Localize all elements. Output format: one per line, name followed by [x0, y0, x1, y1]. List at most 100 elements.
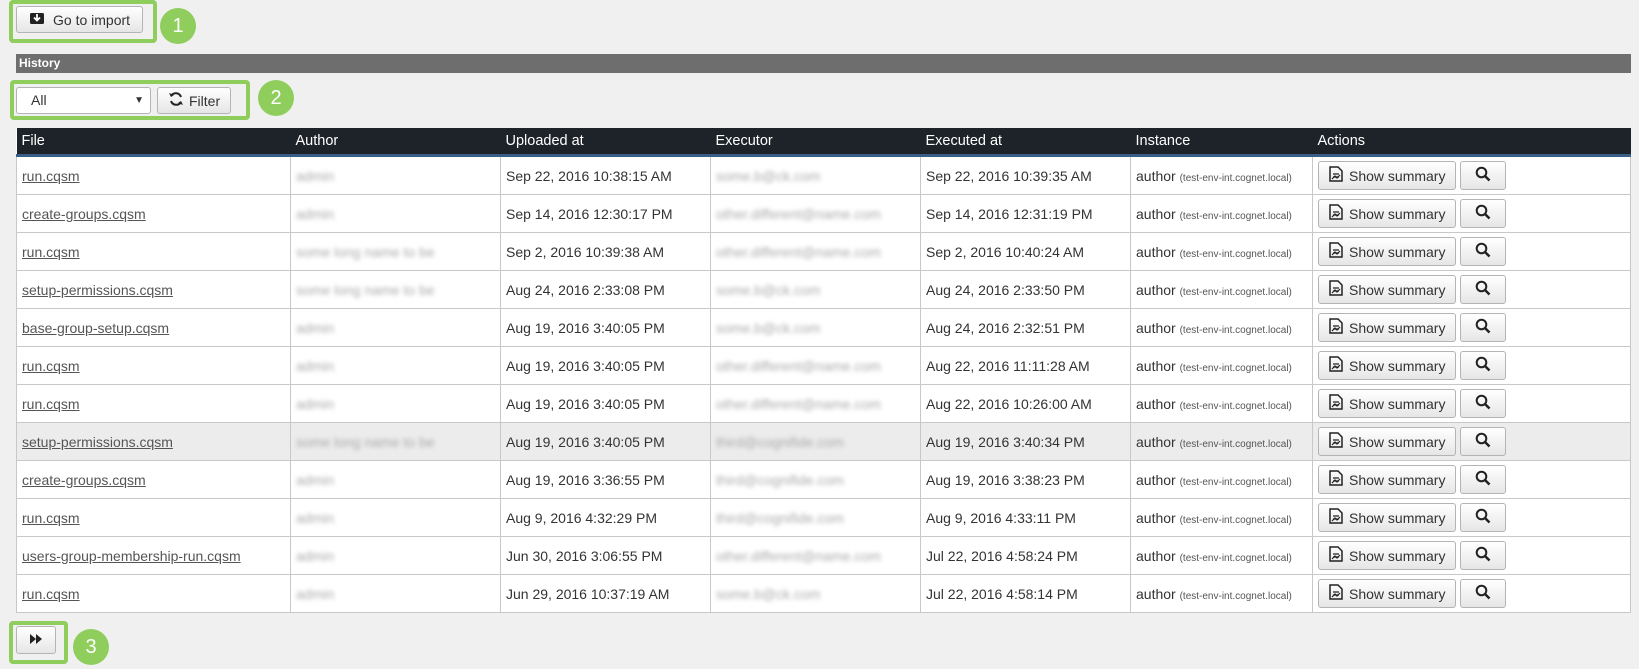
- author-cell: admin: [290, 536, 501, 575]
- show-summary-label: Show summary: [1349, 167, 1446, 184]
- instance-cell: author (test-env-int.cognet.local): [1130, 308, 1313, 347]
- executed-at-cell: Sep 22, 2016 10:39:35 AM: [920, 155, 1131, 195]
- document-icon: [1329, 318, 1343, 337]
- show-summary-button[interactable]: Show summary: [1318, 503, 1457, 532]
- actions-cell: Show summary: [1312, 422, 1631, 461]
- uploaded-at-cell: Aug 19, 2016 3:36:55 PM: [500, 460, 711, 499]
- actions-cell: Show summary: [1312, 270, 1631, 309]
- file-cell: create-groups.cqsm: [16, 194, 291, 233]
- magnifier-icon: [1475, 166, 1491, 185]
- document-icon: [1329, 242, 1343, 261]
- go-to-import-label: Go to import: [53, 11, 131, 28]
- show-summary-label: Show summary: [1349, 281, 1446, 298]
- details-search-button[interactable]: [1460, 313, 1507, 342]
- details-search-button[interactable]: [1460, 237, 1507, 266]
- file-link[interactable]: setup-permissions.cqsm: [22, 282, 173, 298]
- file-link[interactable]: run.cqsm: [22, 244, 80, 260]
- author-name: admin: [296, 509, 335, 526]
- instance-cell: author (test-env-int.cognet.local): [1130, 346, 1313, 385]
- show-summary-button[interactable]: Show summary: [1318, 579, 1457, 608]
- executor-name: other.different@name.com: [716, 205, 881, 222]
- file-link[interactable]: setup-permissions.cqsm: [22, 434, 173, 450]
- author-cell: admin: [290, 498, 501, 537]
- show-summary-label: Show summary: [1349, 205, 1446, 222]
- details-search-button[interactable]: [1460, 579, 1507, 608]
- show-summary-label: Show summary: [1349, 357, 1446, 374]
- instance-host: (test-env-int.cognet.local): [1179, 210, 1292, 222]
- details-search-button[interactable]: [1460, 351, 1507, 380]
- details-search-button[interactable]: [1460, 465, 1507, 494]
- instance-name: author: [1136, 167, 1176, 184]
- table-row: setup-permissions.cqsm some long name to …: [16, 270, 1631, 309]
- executor-cell: some.b@ck.com: [710, 155, 921, 195]
- details-search-button[interactable]: [1460, 427, 1507, 456]
- author-cell: admin: [290, 194, 501, 233]
- details-search-button[interactable]: [1460, 275, 1507, 304]
- table-row: run.cqsm admin Jun 29, 2016 10:37:19 AM som…: [16, 574, 1631, 613]
- show-summary-button[interactable]: Show summary: [1318, 199, 1457, 228]
- executor-cell: some.b@ck.com: [710, 270, 921, 309]
- file-link[interactable]: run.cqsm: [22, 510, 80, 526]
- details-search-button[interactable]: [1460, 389, 1507, 418]
- file-cell: users-group-membership-run.cqsm: [16, 536, 291, 575]
- magnifier-icon: [1475, 470, 1491, 489]
- instance-name: author: [1136, 471, 1176, 488]
- filter-select[interactable]: All ▼: [16, 87, 151, 114]
- go-to-import-button[interactable]: Go to import: [16, 6, 144, 33]
- show-summary-button[interactable]: Show summary: [1318, 427, 1457, 456]
- table-row: run.cqsm admin Aug 19, 2016 3:40:05 PM othe…: [16, 346, 1631, 385]
- file-link[interactable]: run.cqsm: [22, 586, 80, 602]
- show-summary-button[interactable]: Show summary: [1318, 237, 1457, 266]
- file-link[interactable]: base-group-setup.cqsm: [22, 320, 169, 336]
- table-header-row: File Author Uploaded at Executor Execute…: [16, 128, 1631, 157]
- instance-host: (test-env-int.cognet.local): [1179, 590, 1292, 602]
- file-cell: run.cqsm: [16, 232, 291, 271]
- executed-at-cell: Sep 2, 2016 10:40:24 AM: [920, 232, 1131, 271]
- column-header-executed-at: Executed at: [920, 128, 1131, 157]
- show-summary-button[interactable]: Show summary: [1318, 313, 1457, 342]
- author-name: admin: [296, 395, 335, 412]
- instance-cell: author (test-env-int.cognet.local): [1130, 460, 1313, 499]
- details-search-button[interactable]: [1460, 161, 1507, 190]
- show-summary-button[interactable]: Show summary: [1318, 161, 1457, 190]
- instance-name: author: [1136, 547, 1176, 564]
- instance-host: (test-env-int.cognet.local): [1179, 552, 1292, 564]
- next-page-button[interactable]: [16, 626, 56, 654]
- file-link[interactable]: users-group-membership-run.cqsm: [22, 548, 241, 564]
- file-link[interactable]: create-groups.cqsm: [22, 472, 146, 488]
- file-cell: run.cqsm: [16, 384, 291, 423]
- actions-cell: Show summary: [1312, 384, 1631, 423]
- magnifier-icon: [1475, 394, 1491, 413]
- column-header-actions: Actions: [1312, 128, 1631, 157]
- file-link[interactable]: create-groups.cqsm: [22, 206, 146, 222]
- filter-button[interactable]: Filter: [157, 87, 232, 114]
- table-row: setup-permissions.cqsm some long name to …: [16, 422, 1631, 461]
- show-summary-button[interactable]: Show summary: [1318, 351, 1457, 380]
- executed-at-cell: Jul 22, 2016 4:58:24 PM: [920, 536, 1131, 575]
- details-search-button[interactable]: [1460, 541, 1507, 570]
- document-icon: [1329, 394, 1343, 413]
- show-summary-button[interactable]: Show summary: [1318, 465, 1457, 494]
- instance-name: author: [1136, 585, 1176, 602]
- show-summary-button[interactable]: Show summary: [1318, 389, 1457, 418]
- author-name: admin: [296, 319, 335, 336]
- show-summary-button[interactable]: Show summary: [1318, 275, 1457, 304]
- instance-name: author: [1136, 433, 1176, 450]
- table-row: create-groups.cqsm admin Sep 14, 2016 12:3…: [16, 194, 1631, 233]
- file-link[interactable]: run.cqsm: [22, 396, 80, 412]
- show-summary-button[interactable]: Show summary: [1318, 541, 1457, 570]
- executor-cell: some.b@ck.com: [710, 308, 921, 347]
- executor-name: other.different@name.com: [716, 357, 881, 374]
- instance-name: author: [1136, 509, 1176, 526]
- author-name: some long name to be: [296, 243, 435, 260]
- file-link[interactable]: run.cqsm: [22, 168, 80, 184]
- fast-forward-icon: [29, 632, 43, 648]
- details-search-button[interactable]: [1460, 503, 1507, 532]
- instance-cell: author (test-env-int.cognet.local): [1130, 384, 1313, 423]
- file-link[interactable]: run.cqsm: [22, 358, 80, 374]
- actions-cell: Show summary: [1312, 155, 1631, 195]
- details-search-button[interactable]: [1460, 199, 1507, 228]
- table-row: run.cqsm admin Aug 19, 2016 3:40:05 PM othe…: [16, 384, 1631, 423]
- instance-name: author: [1136, 357, 1176, 374]
- executor-cell: some.b@ck.com: [710, 574, 921, 613]
